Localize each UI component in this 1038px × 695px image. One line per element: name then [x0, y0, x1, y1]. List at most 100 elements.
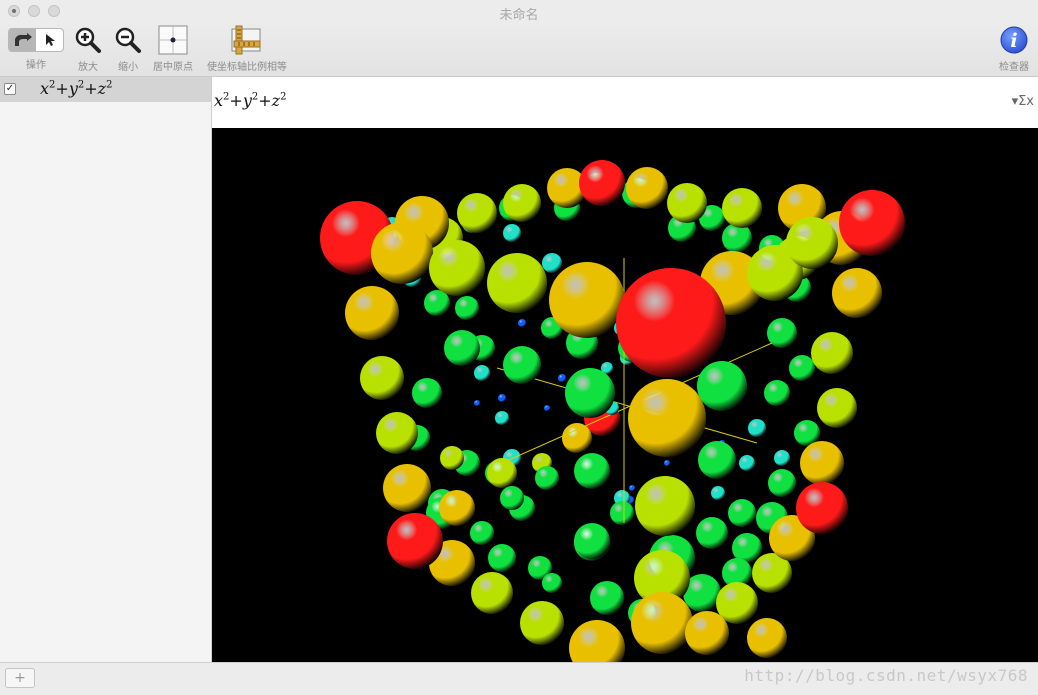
sphere-green	[488, 544, 516, 572]
equation-list-formula: x2+y2+z2	[40, 79, 113, 98]
sphere-green	[444, 330, 480, 366]
sphere-green	[503, 346, 541, 384]
sphere-cyan	[739, 455, 755, 471]
inspector-label: 检查器	[999, 62, 1029, 73]
formula-text[interactable]: x2+y2+z2	[214, 91, 286, 110]
sphere-green	[590, 581, 624, 615]
sphere-green	[470, 521, 494, 545]
zoom-out-icon	[112, 24, 144, 56]
sphere-green	[565, 368, 615, 418]
sphere-blue	[664, 460, 670, 466]
sphere-yellowgreen	[722, 188, 762, 228]
equation-list-item[interactable]: ✓ x2+y2+z2	[0, 77, 211, 102]
sphere-green	[696, 517, 728, 549]
center-origin-label: 居中原点	[153, 62, 193, 73]
watermark-text: http://blog.csdn.net/wsyx768	[744, 666, 1028, 685]
sphere-cyan	[495, 411, 509, 425]
pointer-arrow-icon[interactable]	[36, 29, 63, 51]
sphere-yellowgreen	[635, 476, 695, 536]
sphere-yellowgreen	[487, 253, 547, 313]
sphere-green	[455, 296, 479, 320]
sphere-green	[535, 466, 559, 490]
sphere-yellow	[549, 262, 625, 338]
inspector-button[interactable]: i 检查器	[994, 24, 1034, 73]
sphere-green	[722, 223, 752, 253]
sphere-green	[768, 469, 796, 497]
zoom-out-label: 缩小	[118, 62, 138, 73]
sphere-red	[387, 513, 443, 569]
sphere-yellow	[562, 423, 592, 453]
zoom-in-label: 放大	[78, 62, 98, 73]
sphere-yellowgreen	[457, 193, 497, 233]
sphere-cyan	[748, 419, 766, 437]
sphere-green	[728, 499, 756, 527]
add-equation-button[interactable]: +	[5, 668, 35, 688]
sphere-green	[500, 486, 524, 510]
sphere-yellowgreen	[360, 356, 404, 400]
sphere-cyan	[542, 253, 562, 273]
info-icon: i	[998, 24, 1030, 56]
rotate-hand-icon[interactable]	[9, 29, 36, 51]
equation-list-sidebar: ✓ x2+y2+z2	[0, 77, 212, 662]
sphere-yellow	[685, 611, 729, 655]
sphere-blue	[544, 405, 550, 411]
sphere-green	[610, 501, 634, 525]
sphere-blue	[518, 319, 526, 327]
formula-editor[interactable]: x2+y2+z2 ▾Σx	[212, 77, 1038, 129]
equation-visibility-checkbox[interactable]: ✓	[4, 83, 16, 95]
sphere-yellow	[345, 286, 399, 340]
sphere-red	[616, 268, 726, 378]
sphere-yellowgreen	[429, 240, 485, 296]
sphere-yellowgreen	[811, 332, 853, 374]
sphere-blue	[558, 374, 566, 382]
sphere-yellow	[631, 592, 693, 654]
plot-svg	[320, 160, 905, 662]
sphere-yellow	[569, 620, 625, 662]
window-title: 未命名	[499, 8, 539, 23]
sphere-yellowgreen	[520, 601, 564, 645]
sigma-menu-icon[interactable]: ▾Σx	[1012, 94, 1034, 109]
zoom-in-button[interactable]: 放大	[72, 24, 104, 73]
sphere-yellow	[626, 167, 668, 209]
sphere-cyan	[711, 486, 725, 500]
sphere-yellowgreen	[786, 217, 838, 269]
sphere-yellowgreen	[817, 388, 857, 428]
sphere-yellowgreen	[503, 184, 541, 222]
sphere-green	[764, 380, 790, 406]
operate-label: 操作	[26, 60, 46, 71]
sphere-cyan	[474, 365, 490, 381]
sphere-green	[698, 441, 736, 479]
sphere-yellow	[439, 490, 475, 526]
sphere-green	[424, 290, 450, 316]
zoom-in-icon	[72, 24, 104, 56]
sphere-yellowgreen	[440, 446, 464, 470]
center-origin-button[interactable]: 居中原点	[150, 24, 196, 73]
equal-axes-button[interactable]: 使坐标轴比例相等	[203, 24, 291, 73]
zoom-out-button[interactable]: 缩小	[112, 24, 144, 73]
sphere-green	[574, 523, 610, 559]
operate-segmented-control[interactable]	[8, 28, 64, 52]
sphere-red	[839, 190, 905, 256]
sphere-yellow	[800, 441, 844, 485]
sphere-yellow	[383, 464, 431, 512]
sphere-yellow	[628, 379, 706, 457]
sphere-yellowgreen	[376, 412, 418, 454]
sphere-green	[412, 378, 442, 408]
sphere-yellow	[832, 268, 882, 318]
sphere-green	[542, 573, 562, 593]
sphere-yellowgreen	[471, 572, 513, 614]
sphere-cyan	[774, 450, 790, 466]
sphere-green	[789, 355, 815, 381]
svg-text:i: i	[1010, 30, 1017, 52]
sphere-red	[579, 160, 625, 206]
toolbar: 操作 放大 缩小 居中原点 使坐标轴比例相等 i 检查器	[0, 22, 1038, 77]
sphere-green	[697, 361, 747, 411]
sphere-blue	[498, 394, 506, 402]
title-bar: 未命名	[0, 0, 1038, 23]
3d-plot-canvas[interactable]	[212, 128, 1038, 662]
sphere-yellowgreen	[667, 183, 707, 223]
ruler-icon	[231, 24, 263, 56]
center-origin-icon	[157, 24, 189, 56]
sphere-cyan	[503, 224, 521, 242]
sphere-yellow	[747, 618, 787, 658]
